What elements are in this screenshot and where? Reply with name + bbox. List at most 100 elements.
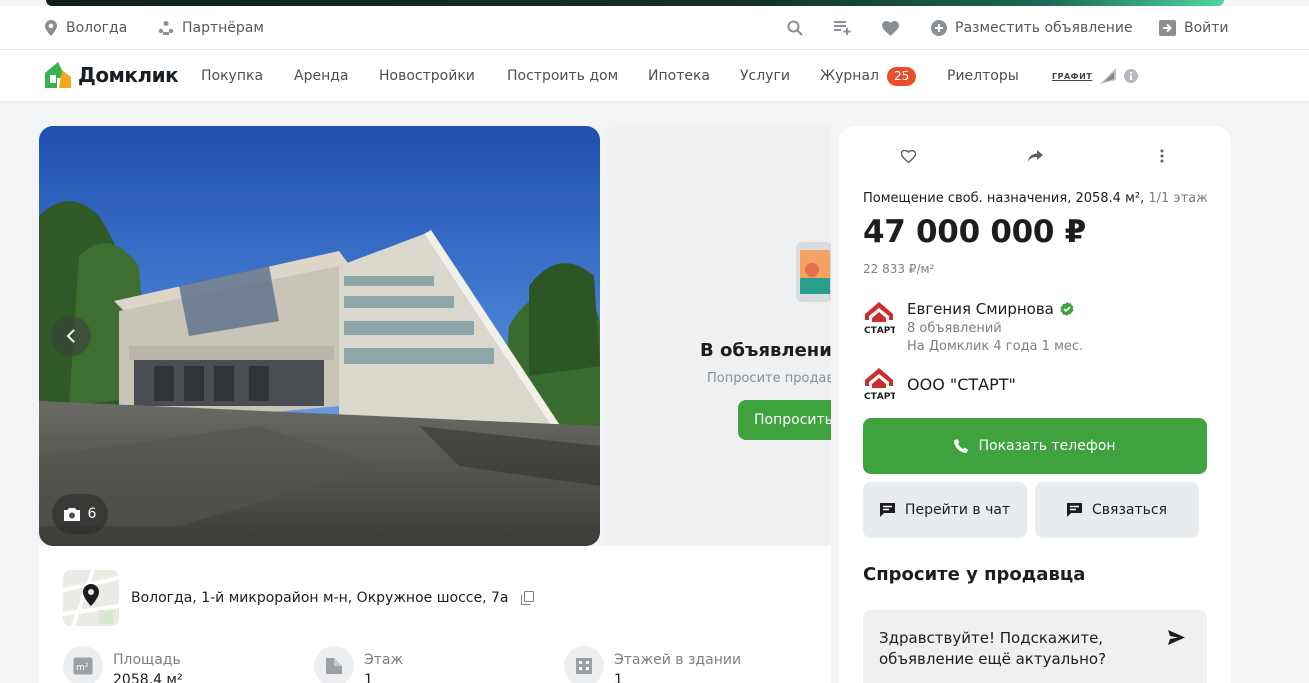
agent-ads-count: 8 объявлений (907, 321, 1002, 336)
area-label: Площадь (113, 652, 181, 668)
top-bar: Вологда Партнёрам Разместить объявление … (0, 6, 1309, 50)
location-pin-icon (45, 20, 57, 36)
favorites-button[interactable] (882, 6, 899, 50)
ask-seller-title: Спросите у продавца (863, 564, 1086, 585)
map-thumbnail[interactable] (63, 570, 119, 626)
price: 47 000 000 ₽ (863, 214, 1086, 250)
offer-floor: 1/1 этаж (1148, 191, 1208, 206)
contact-button[interactable]: Связаться (1035, 482, 1199, 538)
listing-info: Вологда, 1-й микрорайон м-н, Окружное шо… (39, 546, 831, 683)
building-icon (564, 646, 604, 683)
phone-illustration (796, 242, 831, 302)
list-add-icon (834, 21, 851, 35)
chevron-left-icon (66, 329, 75, 343)
main-nav: Домклик Покупка Аренда Новостройки Постр… (0, 50, 1309, 102)
login-icon (1159, 20, 1176, 36)
copy-icon[interactable] (520, 591, 534, 605)
nav-buy[interactable]: Покупка (201, 50, 263, 102)
photo-count-badge[interactable]: 6 (52, 494, 108, 534)
city-label: Вологда (66, 20, 128, 36)
partner-logo-text: ГРАФИТ (1052, 71, 1093, 81)
ask-seller-text: Здравствуйте! Подскажите, объявление ещё… (879, 629, 1107, 668)
share-button[interactable] (1023, 144, 1047, 168)
domclick-logo[interactable]: Домклик (44, 61, 179, 89)
show-phone-label: Показать телефон (978, 438, 1116, 454)
agency-info[interactable]: СТАРТ ООО "СТАРТ" (863, 366, 1203, 402)
heart-outline-icon (900, 149, 916, 163)
partner-ad[interactable]: ГРАФИТ (1052, 50, 1139, 102)
floor-icon (314, 646, 354, 683)
address: Вологда, 1-й микрорайон м-н, Окружное шо… (131, 590, 534, 606)
spec-area: m² Площадь 2058,4 м² (63, 646, 183, 683)
share-icon (1027, 150, 1043, 162)
plus-circle-icon (931, 20, 947, 36)
login-link[interactable]: Войти (1159, 6, 1229, 50)
compare-list-button[interactable] (834, 6, 851, 50)
address-text: Вологда, 1-й микрорайон м-н, Окружное шо… (131, 590, 509, 606)
nav-journal[interactable]: Журнал 25 (820, 50, 917, 102)
chat-icon (879, 503, 895, 517)
offer-panel: Помещение своб. назначения, 2058.4 м², 1… (839, 126, 1231, 683)
nav-journal-label: Журнал (820, 68, 879, 84)
svg-text:СТАРТ: СТАРТ (864, 326, 895, 336)
svg-text:m²: m² (76, 663, 89, 673)
partners-label: Партнёрам (182, 20, 264, 36)
more-options-button[interactable] (1150, 144, 1174, 168)
price-per-m2: 22 833 ₽/м² (863, 262, 935, 276)
nav-new-buildings[interactable]: Новостройки (379, 50, 475, 102)
show-phone-button[interactable]: Показать телефон (863, 418, 1207, 474)
start-agency-logo: СТАРТ (864, 302, 895, 336)
building-photo (39, 126, 600, 546)
nav-rent[interactable]: Аренда (294, 50, 349, 102)
offer-title-text: Помещение своб. назначения, 2058.4 м², (863, 191, 1145, 206)
nav-services[interactable]: Услуги (740, 50, 790, 102)
agency-name: ООО "СТАРТ" (907, 374, 1016, 394)
agent-name-text: Евгения Смирнова (907, 300, 1054, 318)
more-vertical-icon (1160, 149, 1164, 163)
floor-value: 1 (364, 672, 373, 683)
spec-floor: Этаж 1 (314, 646, 403, 683)
agent-info[interactable]: СТАРТ Евгения Смирнова 8 объявлений На Д… (863, 300, 1203, 354)
photo-count: 6 (87, 506, 97, 522)
nav-mortgage[interactable]: Ипотека (648, 50, 710, 102)
svg-text:СТАРТ: СТАРТ (864, 392, 895, 402)
city-selector[interactable]: Вологда (44, 6, 127, 50)
prev-photo-button[interactable] (51, 316, 91, 356)
partners-icon (158, 21, 174, 35)
verified-icon (1060, 302, 1074, 316)
start-agency-logo-2: СТАРТ (864, 368, 895, 402)
favorite-button[interactable] (896, 144, 920, 168)
chat-icon (1067, 503, 1082, 517)
agent-name: Евгения Смирнова (907, 300, 1083, 318)
logo-text: Домклик (78, 63, 179, 87)
info-icon (1124, 69, 1139, 83)
house-logo-icon (45, 62, 71, 88)
agent-since: На Домклик 4 года 1 мес. (907, 339, 1084, 354)
request-photos-button[interactable]: Попросить (738, 400, 831, 440)
ask-seller-message[interactable]: Здравствуйте! Подскажите, объявление ещё… (863, 610, 1207, 683)
floor-label: Этаж (364, 652, 404, 668)
spec-floors-total: Этажей в здании 1 (564, 646, 741, 683)
go-to-chat-button[interactable]: Перейти в чат (863, 482, 1027, 538)
main-photo[interactable] (39, 126, 600, 546)
contact-label: Связаться (1092, 502, 1167, 518)
go-to-chat-label: Перейти в чат (904, 502, 1011, 518)
partner-logo-icon (1100, 68, 1117, 84)
journal-count-badge: 25 (886, 66, 917, 86)
heart-icon (882, 20, 899, 36)
no-more-photos-subtitle: Попросите продав (707, 371, 831, 386)
nav-build-house[interactable]: Построить дом (507, 50, 618, 102)
area-value: 2058,4 м² (113, 672, 183, 683)
search-button[interactable] (787, 6, 803, 50)
area-icon: m² (63, 646, 103, 683)
post-ad-label: Разместить объявление (955, 20, 1133, 36)
offer-title: Помещение своб. назначения, 2058.4 м², 1… (863, 191, 1208, 206)
nav-realtors[interactable]: Риелторы (947, 50, 1019, 102)
map-icon (63, 570, 119, 626)
send-icon[interactable] (1168, 630, 1185, 645)
search-icon (787, 20, 803, 36)
phone-icon (954, 439, 969, 453)
post-ad-link[interactable]: Разместить объявление (931, 6, 1133, 50)
floors-total-value: 1 (614, 672, 623, 683)
partners-link[interactable]: Партнёрам (158, 6, 264, 50)
